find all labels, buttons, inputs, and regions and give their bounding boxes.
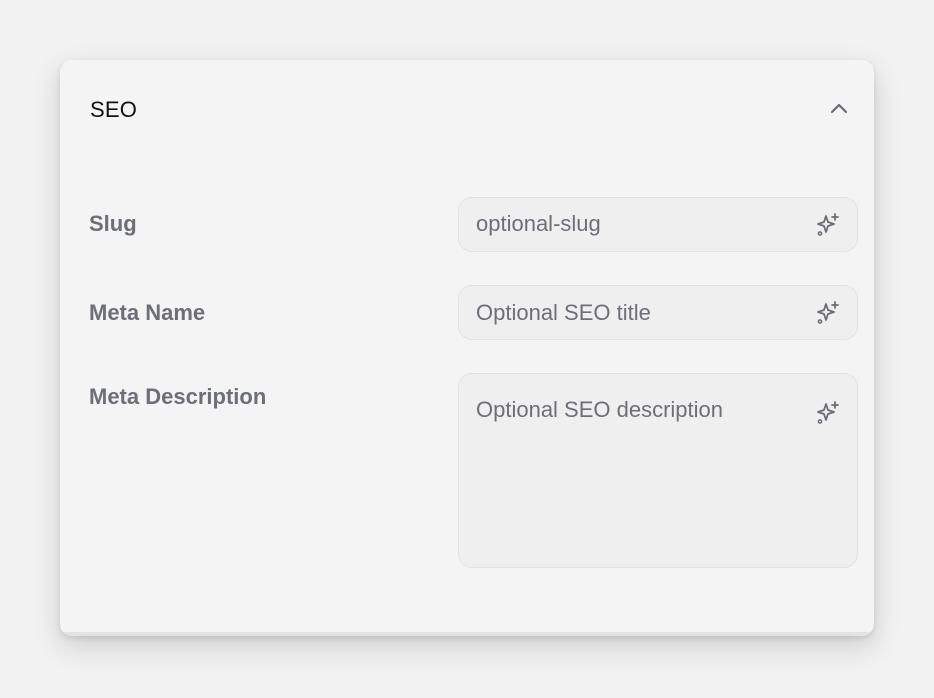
meta-description-textarea[interactable]: Optional SEO description [458, 373, 858, 568]
seo-settings-card: SEO Slug optional-slug Meta Name Optiona… [60, 60, 874, 636]
meta-description-label: Meta Description [89, 384, 267, 409]
page-background: SEO Slug optional-slug Meta Name Optiona… [0, 0, 934, 698]
section-title: SEO [90, 97, 138, 122]
sparkles-icon[interactable] [815, 212, 841, 238]
chevron-up-icon [830, 103, 848, 114]
card-bottom-divider [60, 632, 874, 636]
slug-input[interactable]: optional-slug [458, 197, 858, 252]
collapse-section-button[interactable] [824, 94, 854, 124]
sparkles-icon[interactable] [815, 400, 841, 426]
sparkles-icon[interactable] [815, 300, 841, 326]
meta-name-placeholder: Optional SEO title [476, 300, 651, 325]
meta-name-input[interactable]: Optional SEO title [458, 285, 858, 340]
meta-name-label: Meta Name [89, 300, 206, 325]
meta-description-placeholder: Optional SEO description [476, 397, 724, 422]
slug-input-value: optional-slug [476, 211, 601, 236]
seo-section-header[interactable]: SEO [60, 60, 874, 160]
slug-label: Slug [89, 211, 137, 236]
